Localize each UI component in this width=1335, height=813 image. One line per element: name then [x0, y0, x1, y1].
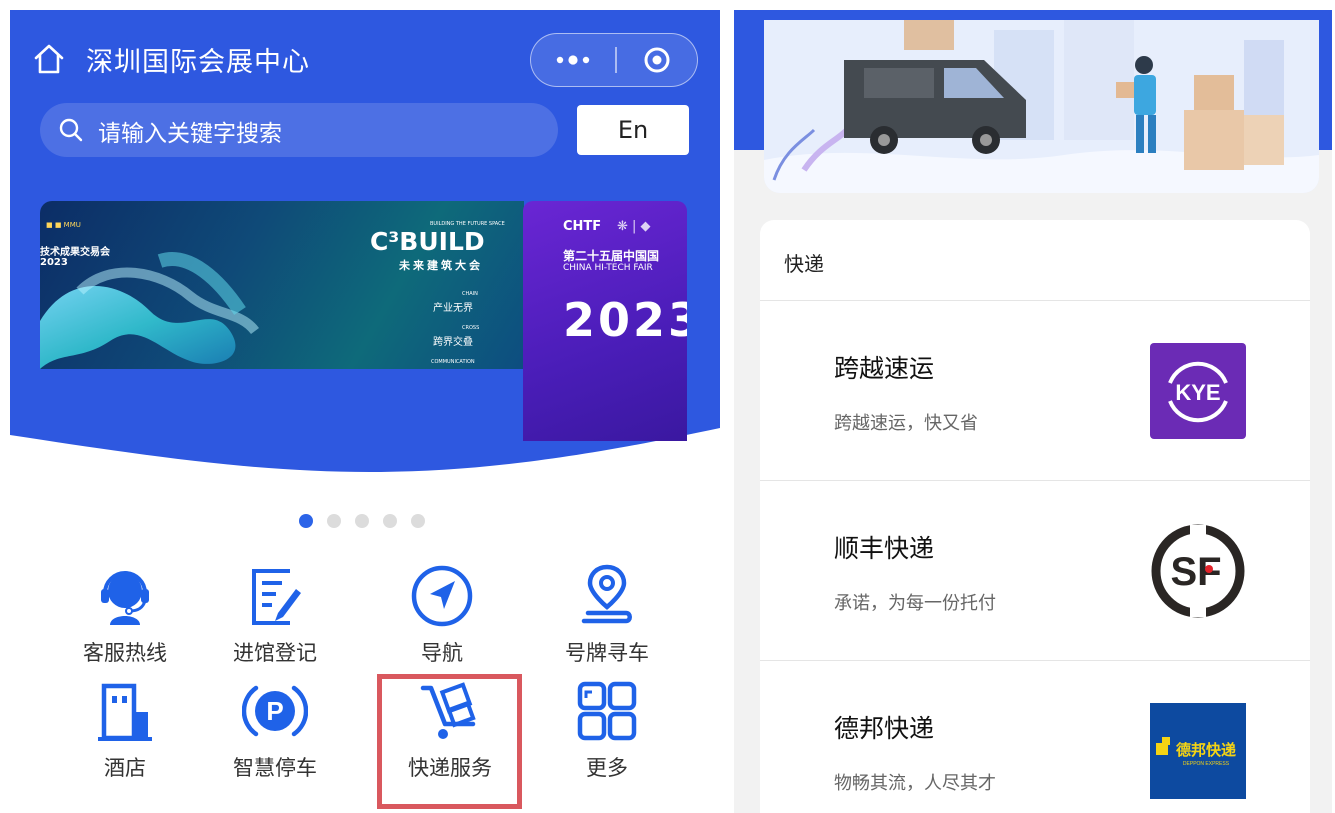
express-name: 德邦快递 [834, 714, 935, 743]
carousel-dot[interactable] [327, 514, 341, 528]
sf-logo-icon: SF [1151, 524, 1245, 618]
deppon-logo-sub: DEPPON EXPRESS [1183, 761, 1230, 767]
chtf-logo-mark: ❋ | ◆ [617, 219, 651, 234]
banner-cross: 跨界交叠 [433, 337, 473, 348]
grid-item-register[interactable]: 进馆登记 [210, 563, 340, 673]
carousel-dot[interactable] [299, 514, 313, 528]
search-placeholder: 请输入关键字搜索 [98, 121, 282, 147]
grid-item-more[interactable]: 更多 [542, 678, 672, 788]
sf-logo-text: SF [1170, 550, 1221, 594]
close-button[interactable] [616, 34, 698, 85]
carousel-dot[interactable] [411, 514, 425, 528]
chtf-logo: CHTF [563, 219, 602, 234]
carousel-dot[interactable] [383, 514, 397, 528]
grid-item-parking[interactable]: P 智慧停车 [210, 678, 340, 788]
svg-text:P: P [266, 696, 283, 726]
grid-more-icon [577, 681, 637, 741]
register-form-icon [252, 569, 301, 625]
banner-chain-en: CHAIN [462, 291, 478, 297]
page-title: 深圳国际会展中心 [86, 47, 310, 78]
more-button[interactable] [531, 34, 615, 85]
chtf-title-en: CHINA HI-TECH FAIR [563, 263, 653, 273]
express-name: 顺丰快递 [834, 534, 935, 563]
grid-item-navigation[interactable]: 导航 [377, 563, 507, 673]
express-name: 跨越速运 [834, 354, 935, 383]
kye-logo-icon: KYE [1150, 343, 1246, 439]
banner-chain: 产业无界 [433, 303, 473, 314]
express-item-kye[interactable]: 跨越速运 跨越速运，快又省 KYE [760, 300, 1310, 481]
headset-icon [101, 571, 149, 625]
grid-label: 导航 [421, 641, 463, 665]
grid-item-hotline[interactable]: 客服热线 [60, 563, 190, 673]
grid-label: 号牌寻车 [565, 641, 649, 665]
grid-item-hotel[interactable]: 酒店 [60, 678, 190, 788]
delivery-illustration [764, 20, 1319, 193]
banner-brand-sub: 未来建筑大会 [399, 259, 483, 272]
carousel-dot[interactable] [355, 514, 369, 528]
chtf-title-cn: 第二十五届中国国 [563, 249, 660, 263]
deppon-logo-text: 德邦快递 [1176, 741, 1236, 759]
express-desc: 承诺，为每一份托付 [834, 593, 996, 614]
delivery-van-illustration [764, 20, 1319, 193]
search-bar[interactable]: 请输入关键字搜索 [40, 103, 558, 157]
banner-cross-en: CROSS [462, 325, 480, 331]
express-list-card: 快递 跨越速运 跨越速运，快又省 KYE 顺丰快递 承诺，为每一份托付 SF 德… [760, 220, 1310, 813]
highlight-box [377, 674, 522, 809]
banner-fair-text: 技术成果交易会 [40, 247, 110, 258]
navigation-arrow-icon [411, 565, 473, 627]
grid-label: 酒店 [104, 756, 146, 780]
grid-label: 更多 [586, 756, 628, 780]
grid-label: 智慧停车 [233, 756, 317, 780]
kye-logo-text: KYE [1175, 380, 1220, 405]
parking-icon: P [242, 685, 308, 737]
language-button[interactable]: En [577, 105, 689, 155]
express-desc: 跨越速运，快又省 [834, 413, 978, 434]
banner-chtf[interactable]: CHTF ❋ | ◆ 第二十五届中国国 CHINA HI-TECH FAIR 2… [523, 201, 687, 441]
section-title: 快递 [784, 252, 824, 276]
home-icon[interactable] [32, 42, 66, 76]
home-screen: 深圳国际会展中心 请输入关键字搜索 En ■ ■ MMU 技术成果交易会 202… [10, 10, 720, 813]
banner-communication-en: COMMUNICATION [431, 359, 475, 365]
location-pin-icon [581, 564, 632, 624]
banner-fair-year: 2023 [40, 257, 68, 268]
express-item-deppon[interactable]: 德邦快递 物畅其流，人尽其才 德邦快递 DEPPON EXPRESS [760, 660, 1310, 813]
express-item-sf[interactable]: 顺丰快递 承诺，为每一份托付 SF [760, 480, 1310, 661]
banner-mmu-logo: ■ ■ MMU [46, 221, 81, 229]
target-close-icon [644, 47, 670, 72]
search-icon [59, 118, 83, 142]
hotel-building-icon [98, 683, 152, 741]
more-dots-icon [556, 54, 590, 65]
grid-label: 客服热线 [83, 641, 167, 665]
chtf-year: 2023 [563, 293, 687, 347]
express-desc: 物畅其流，人尽其才 [834, 773, 996, 794]
banner-c3-build[interactable]: ■ ■ MMU 技术成果交易会 2023 BUILDING THE FUTURE… [40, 201, 524, 369]
deppon-logo-icon: 德邦快递 DEPPON EXPRESS [1150, 703, 1246, 799]
mini-program-capsule [530, 33, 698, 87]
express-screen: 快递 跨越速运 跨越速运，快又省 KYE 顺丰快递 承诺，为每一份托付 SF 德… [734, 10, 1332, 813]
grid-label: 进馆登记 [233, 641, 317, 665]
banner-brand: C³BUILD [370, 227, 485, 256]
grid-item-find-car[interactable]: 号牌寻车 [542, 563, 672, 673]
